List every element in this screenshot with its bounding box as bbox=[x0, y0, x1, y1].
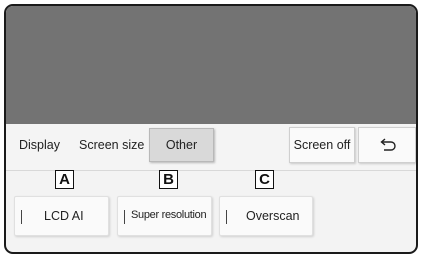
super-resolution-button[interactable]: Super resolution bbox=[117, 196, 212, 236]
toolbar: Display Screen size Other Screen off bbox=[6, 124, 416, 171]
other-tab[interactable]: Other bbox=[149, 128, 214, 162]
callout-c: C bbox=[255, 170, 274, 189]
lcd-ai-button[interactable]: LCD AI bbox=[14, 196, 109, 236]
screen-size-tab[interactable]: Screen size bbox=[79, 138, 144, 152]
indicator-bar bbox=[21, 210, 22, 224]
return-arrow-icon bbox=[380, 138, 396, 151]
screen-off-button[interactable]: Screen off bbox=[289, 127, 355, 163]
overscan-label: Overscan bbox=[246, 209, 300, 223]
callout-a: A bbox=[55, 170, 74, 189]
indicator-bar bbox=[124, 210, 125, 224]
callout-b: B bbox=[159, 170, 178, 189]
display-tab[interactable]: Display bbox=[19, 138, 60, 152]
overscan-button[interactable]: Overscan bbox=[219, 196, 313, 236]
super-resolution-label: Super resolution bbox=[131, 209, 207, 221]
lcd-ai-label: LCD AI bbox=[44, 209, 84, 223]
indicator-bar bbox=[226, 210, 227, 224]
screen-preview-area bbox=[6, 6, 416, 124]
back-button[interactable] bbox=[358, 127, 416, 163]
